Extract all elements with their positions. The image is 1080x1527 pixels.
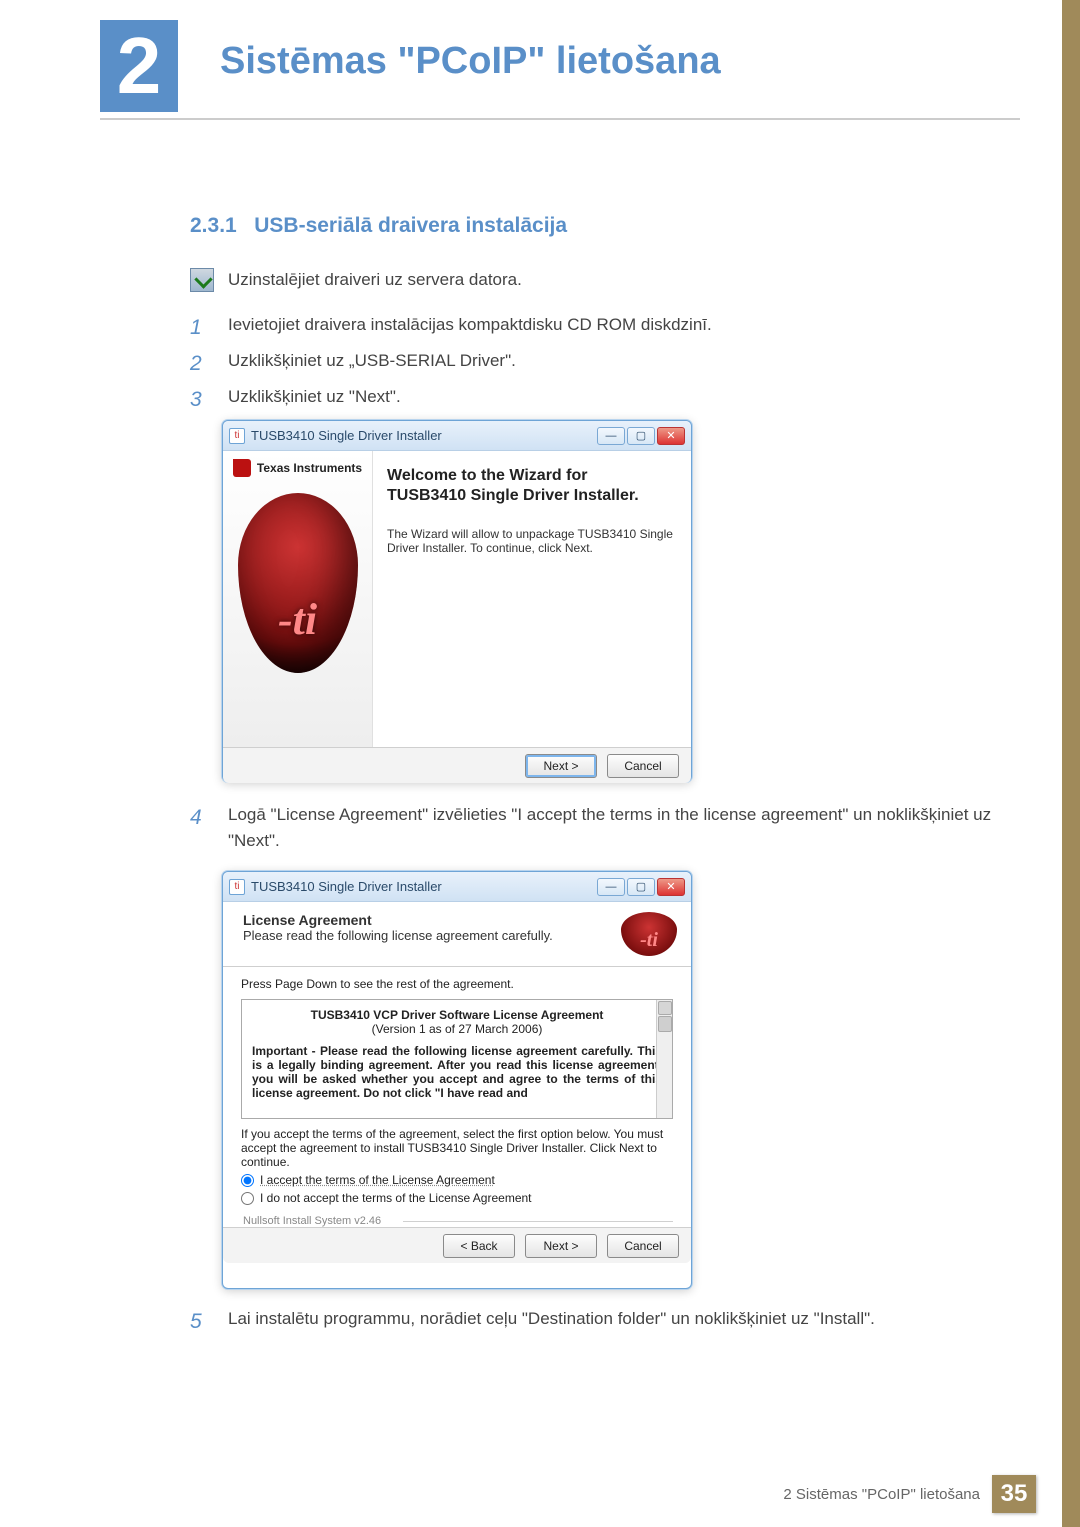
back-button[interactable]: < Back [443,1234,515,1258]
radio-accept-label: I accept the terms of the License Agreem… [260,1173,495,1187]
maximize-button[interactable]: ▢ [627,427,655,445]
next-button[interactable]: Next > [525,754,597,778]
page-right-accent [1062,0,1080,1527]
step-number: 5 [190,1306,210,1338]
step-number: 4 [190,802,210,853]
maximize-button[interactable]: ▢ [627,878,655,896]
window-titlebar[interactable]: ti TUSB3410 Single Driver Installer — ▢ … [223,872,691,902]
step-text: Logā "License Agreement" izvēlieties "I … [228,802,1020,853]
step-number: 2 [190,348,210,380]
scrollbar[interactable] [656,1000,672,1118]
wizard-sidebar: Texas Instruments -ti [223,451,373,747]
cancel-button[interactable]: Cancel [607,1234,679,1258]
note-row: Uzinstalējiet draiveri uz servera datora… [190,268,522,292]
step-number: 3 [190,384,210,416]
radio-reject-label: I do not accept the terms of the License… [260,1191,532,1205]
scroll-up-icon[interactable] [658,1001,672,1015]
page-number-badge: 35 [992,1475,1036,1513]
license-body: Important - Please read the following li… [252,1044,662,1100]
wizard-headline-2: TUSB3410 Single Driver Installer. [387,487,677,505]
license-text-box[interactable]: TUSB3410 VCP Driver Software License Agr… [241,999,673,1119]
cancel-button[interactable]: Cancel [607,754,679,778]
installer-license-window: ti TUSB3410 Single Driver Installer — ▢ … [222,871,692,1289]
window-title: TUSB3410 Single Driver Installer [251,879,442,894]
radio-reject[interactable]: I do not accept the terms of the License… [241,1191,673,1205]
radio-reject-input[interactable] [241,1192,254,1205]
ti-chip-icon [233,459,251,477]
license-title: TUSB3410 VCP Driver Software License Agr… [311,1008,604,1022]
license-hint: Press Page Down to see the rest of the a… [241,977,673,991]
next-button[interactable]: Next > [525,1234,597,1258]
close-button[interactable]: ✕ [657,878,685,896]
ti-logo-text: -ti [238,594,358,645]
installer-wizard-window: ti TUSB3410 Single Driver Installer — ▢ … [222,420,692,782]
installer-system-version: Nullsoft Install System v2.46 [243,1215,673,1227]
chapter-title: Sistēmas "PCoIP" lietošana [220,40,721,83]
window-titlebar[interactable]: ti TUSB3410 Single Driver Installer — ▢ … [223,421,691,451]
wizard-headline-1: Welcome to the Wizard for [387,467,677,485]
license-version: (Version 1 as of 27 March 2006) [252,1022,662,1036]
note-icon [190,268,214,292]
ti-logo-small [621,912,677,956]
window-title: TUSB3410 Single Driver Installer [251,428,442,443]
app-icon: ti [229,879,245,895]
page-footer: 2 Sistēmas "PCoIP" lietošana 35 [783,1475,1036,1513]
app-icon: ti [229,428,245,444]
step-5: 5 Lai instalētu programmu, norādiet ceļu… [190,1306,1020,1352]
step-text: Lai instalētu programmu, norādiet ceļu "… [228,1306,875,1338]
section-heading: 2.3.1 USB-seriālā draivera instalācija [190,214,567,238]
wizard-description: The Wizard will allow to unpackage TUSB3… [387,527,677,555]
step-text: Uzklikšķiniet uz "Next". [228,384,401,416]
close-button[interactable]: ✕ [657,427,685,445]
step-text: Ievietojiet draivera instalācijas kompak… [228,312,712,344]
step-text: Uzklikšķiniet uz „USB-SERIAL Driver". [228,348,516,380]
radio-accept[interactable]: I accept the terms of the License Agreem… [241,1173,673,1187]
chapter-number-badge: 2 [100,20,178,112]
license-heading: License Agreement [243,912,372,928]
radio-accept-input[interactable] [241,1174,254,1187]
footer-text: 2 Sistēmas "PCoIP" lietošana [783,1486,980,1503]
step-number: 1 [190,312,210,344]
scroll-thumb[interactable] [658,1016,672,1032]
section-number: 2.3.1 [190,214,237,237]
note-text: Uzinstalējiet draiveri uz servera datora… [228,270,522,290]
title-underline [100,118,1020,120]
section-title: USB-seriālā draivera instalācija [254,214,567,237]
license-subheading: Please read the following license agreem… [243,928,553,943]
minimize-button[interactable]: — [597,427,625,445]
minimize-button[interactable]: — [597,878,625,896]
ti-logo-large: -ti [238,493,358,673]
step-4: 4 Logā "License Agreement" izvēlieties "… [190,802,1020,867]
brand-label: Texas Instruments [257,461,362,475]
divider [223,966,691,967]
accept-hint: If you accept the terms of the agreement… [241,1127,673,1169]
